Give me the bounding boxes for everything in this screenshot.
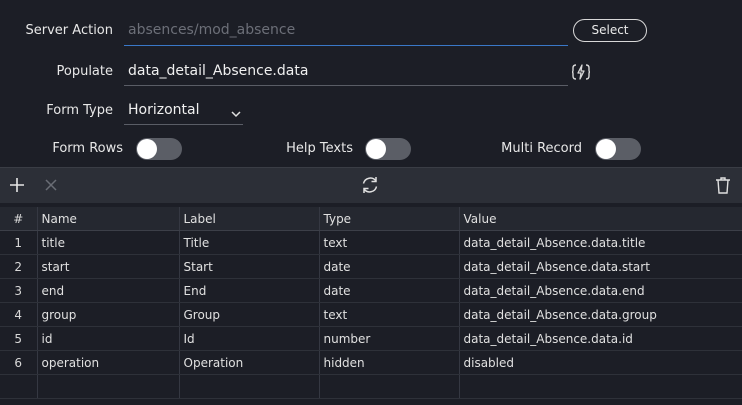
cell-name[interactable]: group — [37, 302, 180, 327]
cell-type[interactable]: hidden — [319, 350, 460, 375]
cell-value[interactable]: data_detail_Absence.data.id — [459, 326, 742, 351]
cell-value[interactable] — [459, 374, 742, 399]
dynamic-data-icon[interactable] — [571, 62, 591, 82]
form-rows-label: Form Rows — [52, 141, 123, 156]
cell-value[interactable]: disabled — [459, 350, 742, 375]
row-index: 3 — [0, 278, 38, 303]
row-index: 2 — [0, 254, 38, 279]
select-button[interactable]: Select — [573, 19, 647, 42]
plus-icon[interactable] — [6, 174, 28, 196]
close-icon[interactable] — [40, 174, 62, 196]
row-index — [0, 374, 38, 399]
server-action-label: Server Action — [25, 23, 113, 38]
toggle-knob — [366, 139, 386, 159]
form-type-value: Horizontal — [128, 102, 200, 118]
table-row-empty[interactable] — [0, 374, 742, 399]
multi-record-toggle[interactable] — [595, 138, 641, 160]
chevron-down-icon — [231, 106, 241, 122]
help-texts-toggle[interactable] — [365, 138, 411, 160]
table-row[interactable]: 5 id Id number data_detail_Absence.data.… — [0, 326, 742, 351]
row-index: 4 — [0, 302, 38, 327]
form-type-label: Form Type — [46, 103, 113, 118]
row-index: 1 — [0, 230, 38, 255]
cell-name[interactable] — [37, 374, 180, 399]
populate-value: data_detail_Absence.data — [128, 63, 309, 79]
cell-value[interactable]: data_detail_Absence.data.title — [459, 230, 742, 255]
cell-name[interactable]: end — [37, 278, 180, 303]
cell-name[interactable]: title — [37, 230, 180, 255]
help-texts-label: Help Texts — [286, 141, 353, 156]
server-action-placeholder: absences/mod_absence — [128, 22, 296, 38]
row-index: 6 — [0, 350, 38, 375]
cell-type[interactable]: date — [319, 254, 460, 279]
cell-value[interactable]: data_detail_Absence.data.start — [459, 254, 742, 279]
form-type-select[interactable]: Horizontal — [124, 98, 243, 125]
grid-toolbar — [0, 167, 742, 203]
cell-name[interactable]: id — [37, 326, 180, 351]
column-header-label[interactable]: Label — [179, 207, 320, 231]
form-rows-toggle[interactable] — [136, 138, 182, 160]
cell-label[interactable]: Operation — [179, 350, 320, 375]
refresh-icon[interactable] — [359, 174, 381, 196]
column-header-index[interactable]: # — [0, 207, 38, 231]
cell-type[interactable]: text — [319, 302, 460, 327]
cell-value[interactable]: data_detail_Absence.data.group — [459, 302, 742, 327]
toggle-knob — [137, 139, 157, 159]
populate-input[interactable]: data_detail_Absence.data — [124, 59, 568, 86]
cell-type[interactable] — [319, 374, 460, 399]
row-index: 5 — [0, 326, 38, 351]
populate-label: Populate — [56, 64, 114, 79]
cell-value[interactable]: data_detail_Absence.data.end — [459, 278, 742, 303]
column-header-type[interactable]: Type — [319, 207, 460, 231]
cell-type[interactable]: text — [319, 230, 460, 255]
cell-label[interactable]: Title — [179, 230, 320, 255]
cell-label[interactable]: Group — [179, 302, 320, 327]
cell-type[interactable]: number — [319, 326, 460, 351]
cell-label[interactable]: Start — [179, 254, 320, 279]
column-header-value[interactable]: Value — [459, 207, 742, 231]
table-row[interactable]: 1 title Title text data_detail_Absence.d… — [0, 230, 742, 255]
table-row[interactable]: 2 start Start date data_detail_Absence.d… — [0, 254, 742, 279]
cell-name[interactable]: operation — [37, 350, 180, 375]
toggle-knob — [596, 139, 616, 159]
server-action-input[interactable]: absences/mod_absence — [124, 19, 568, 46]
cell-label[interactable] — [179, 374, 320, 399]
table-row[interactable]: 4 group Group text data_detail_Absence.d… — [0, 302, 742, 327]
fields-table: # Name Label Type Value 1 title Title te… — [0, 207, 742, 399]
cell-name[interactable]: start — [37, 254, 180, 279]
table-row[interactable]: 3 end End date data_detail_Absence.data.… — [0, 278, 742, 303]
multi-record-label: Multi Record — [501, 141, 582, 156]
cell-type[interactable]: date — [319, 278, 460, 303]
table-row[interactable]: 6 operation Operation hidden disabled — [0, 350, 742, 375]
trash-icon[interactable] — [712, 174, 734, 196]
table-header-row: # Name Label Type Value — [0, 207, 742, 231]
cell-label[interactable]: Id — [179, 326, 320, 351]
column-header-name[interactable]: Name — [37, 207, 180, 231]
cell-label[interactable]: End — [179, 278, 320, 303]
